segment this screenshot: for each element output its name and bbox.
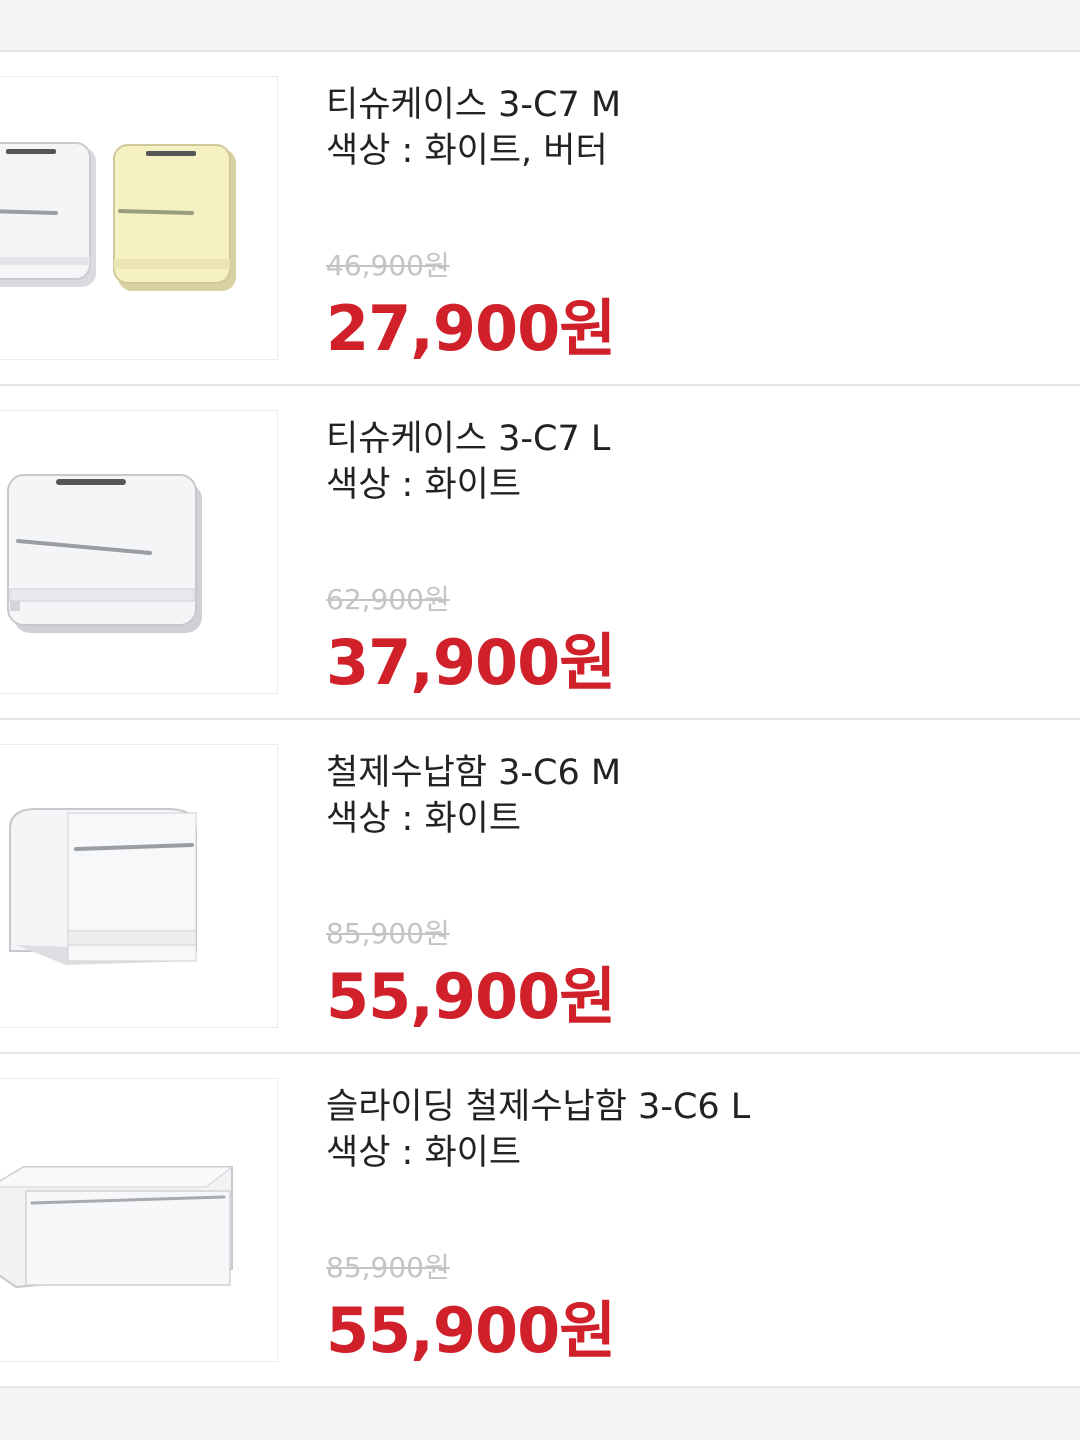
steel-storage-m-image [9, 808, 197, 965]
product-color-text: 색상 : 화이트 [326, 465, 522, 505]
product-item-steel-storage-m[interactable]: 철제수납함 3-C6 M 색상 : 화이트 85,900원 55,900원 [0, 720, 1080, 1054]
product-item-sliding-steel-storage-l[interactable]: 슬라이딩 철제수납함 3-C6 L 색상 : 화이트 85,900원 55,90… [0, 1054, 1080, 1388]
sale-price: 37,900원 [326, 626, 616, 699]
tissue-case-m-image [0, 142, 236, 291]
sale-price: 55,900원 [326, 960, 616, 1033]
product-info: 철제수납함 3-C6 M 색상 : 화이트 85,900원 55,900원 [326, 750, 1046, 1033]
sale-price: 55,900원 [326, 1294, 616, 1367]
product-name[interactable]: 철제수납함 3-C6 M [326, 750, 1046, 796]
product-image[interactable] [0, 410, 278, 694]
product-list: 티슈케이스 3-C7 M 색상 : 화이트, 버터 46,900원 27,900… [0, 52, 1080, 1388]
product-list-page: 티슈케이스 3-C7 M 색상 : 화이트, 버터 46,900원 27,900… [0, 0, 1080, 1440]
tissue-case-l-image [7, 474, 202, 633]
sale-price: 27,900원 [326, 292, 616, 365]
product-image[interactable] [0, 744, 278, 1028]
product-name[interactable]: 티슈케이스 3-C7 L [326, 416, 1046, 462]
product-color-text: 색상 : 화이트 [326, 799, 522, 839]
product-name[interactable]: 티슈케이스 3-C7 M [326, 82, 1046, 128]
product-info: 티슈케이스 3-C7 M 색상 : 화이트, 버터 46,900원 27,900… [326, 82, 1046, 365]
product-image[interactable] [0, 1078, 278, 1362]
bottom-bar [0, 1386, 1080, 1440]
product-color-text: 색상 : 화이트 [326, 1133, 522, 1173]
product-info: 티슈케이스 3-C7 L 색상 : 화이트 62,900원 37,900원 [326, 416, 1046, 699]
product-item-tissue-case-l[interactable]: 티슈케이스 3-C7 L 색상 : 화이트 62,900원 37,900원 [0, 386, 1080, 720]
product-color-text: 색상 : 화이트, 버터 [326, 131, 608, 171]
product-item-tissue-case-m[interactable]: 티슈케이스 3-C7 M 색상 : 화이트, 버터 46,900원 27,900… [0, 52, 1080, 386]
product-info: 슬라이딩 철제수납함 3-C6 L 색상 : 화이트 85,900원 55,90… [326, 1084, 1046, 1367]
top-bar [0, 0, 1080, 52]
product-name[interactable]: 슬라이딩 철제수납함 3-C6 L [326, 1084, 1046, 1130]
sliding-steel-storage-l-image [0, 1166, 234, 1289]
product-image[interactable] [0, 76, 278, 360]
